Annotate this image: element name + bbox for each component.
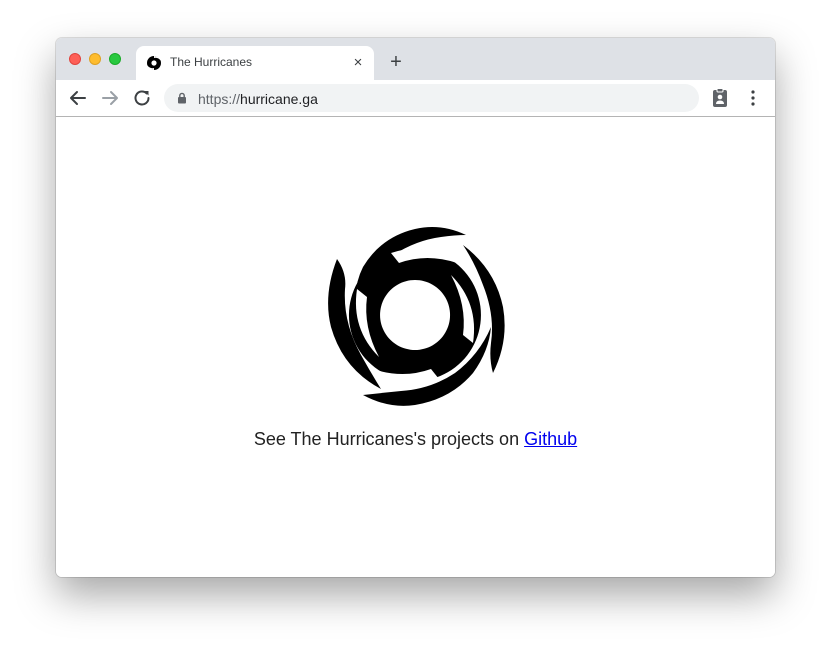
browser-window: The Hurricanes × + https://hurricane.ga bbox=[56, 38, 775, 577]
tab-close-icon[interactable]: × bbox=[350, 55, 366, 71]
address-bar[interactable]: https://hurricane.ga bbox=[164, 84, 699, 112]
github-link[interactable]: Github bbox=[524, 429, 577, 449]
url-text: https://hurricane.ga bbox=[198, 91, 318, 107]
page-content: See The Hurricanes's projects on Github bbox=[56, 117, 775, 577]
arrow-left-icon[interactable] bbox=[66, 86, 90, 110]
caption-text: See The Hurricanes's projects on bbox=[253, 429, 525, 449]
lock-icon bbox=[178, 92, 186, 104]
close-window-button[interactable] bbox=[69, 53, 81, 65]
minimize-window-button[interactable] bbox=[89, 53, 101, 65]
hurricane-icon bbox=[147, 56, 161, 70]
tab-the-hurricanes[interactable]: The Hurricanes × bbox=[136, 46, 374, 80]
toolbar: https://hurricane.ga bbox=[56, 80, 775, 117]
new-tab-button[interactable]: + bbox=[386, 52, 406, 72]
clipboard-account-icon[interactable] bbox=[708, 86, 732, 110]
arrow-right-icon[interactable] bbox=[98, 86, 122, 110]
kebab-menu-icon[interactable] bbox=[741, 86, 765, 110]
tab-title: The Hurricanes bbox=[170, 55, 253, 69]
maximize-window-button[interactable] bbox=[109, 53, 121, 65]
projects-caption: See The Hurricanes's projects on Github bbox=[56, 429, 775, 450]
hurricane-icon bbox=[328, 227, 505, 406]
reload-icon[interactable] bbox=[130, 86, 154, 110]
title-bar: The Hurricanes × + bbox=[56, 38, 775, 80]
